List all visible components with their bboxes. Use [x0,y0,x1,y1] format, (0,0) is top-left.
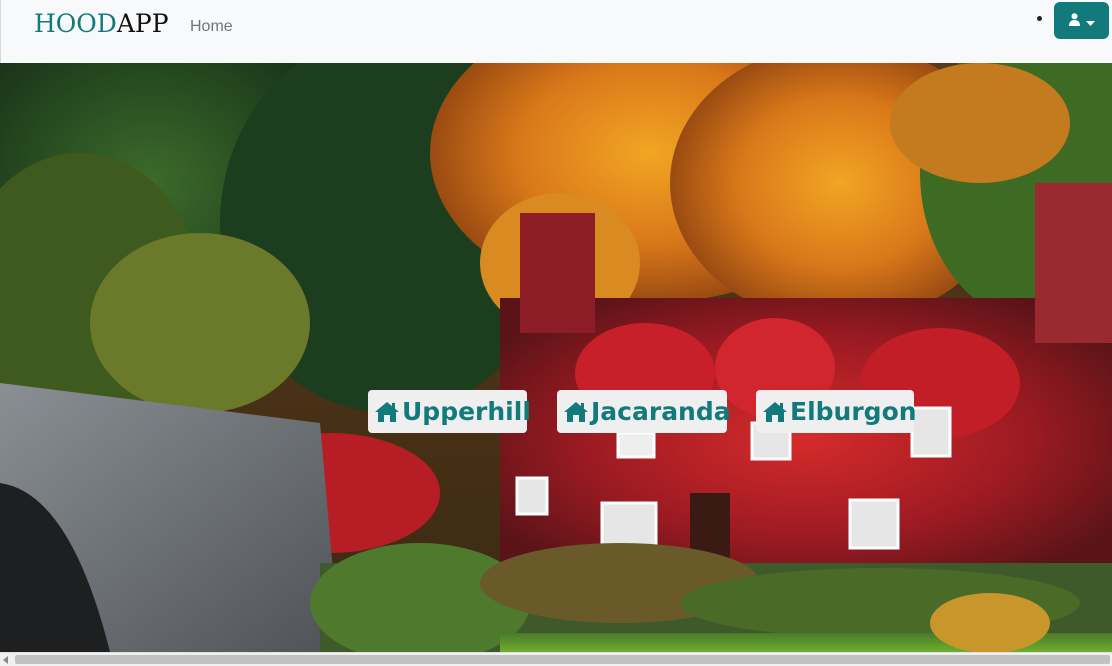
home-icon [563,401,589,423]
user-menu-button[interactable] [1054,2,1109,39]
scroll-left-arrow-icon[interactable] [3,656,8,664]
brand-logo[interactable]: HOODAPP [34,8,169,40]
neighbourhood-button-upperhill[interactable]: Upperhill [368,390,531,433]
nav-bullet-dot [1037,16,1042,21]
nav-home-link[interactable]: Home [190,18,233,36]
neighbourhood-label: Upperhill [402,397,531,426]
hero-background-image [0,63,1112,652]
home-icon [374,401,400,423]
neighbourhood-button-jacaranda[interactable]: Jacaranda [557,390,731,433]
neighbourhood-label: Jacaranda [591,397,731,426]
brand-app-text: APP [116,9,169,38]
user-icon [1068,11,1080,30]
navbar: HOODAPP Home [0,0,1112,63]
brand-hood-text: HOOD [34,9,117,38]
caret-down-icon [1085,11,1095,30]
neighbourhood-button-elburgon[interactable]: Elburgon [756,390,917,433]
page: HOODAPP Home Upperhill Jacaranda Elburgo… [0,0,1112,666]
home-icon [762,401,788,423]
neighbourhood-label: Elburgon [790,397,917,426]
hero-banner: Upperhill Jacaranda Elburgon [0,63,1112,652]
scrollbar-thumb[interactable] [15,655,1110,664]
horizontal-scrollbar[interactable] [0,652,1112,666]
